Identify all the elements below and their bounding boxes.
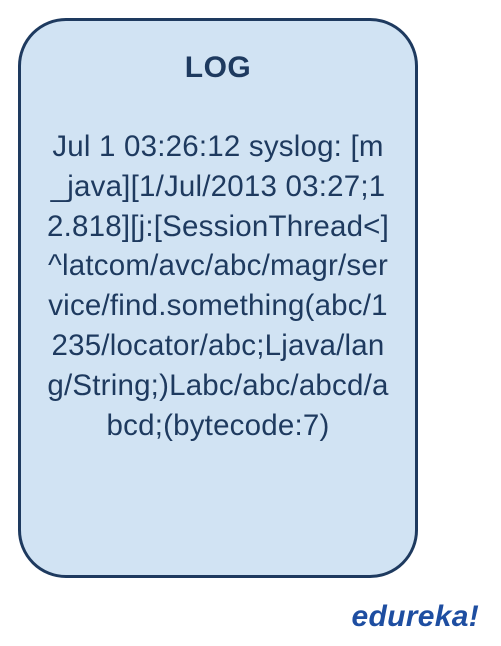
log-title: LOG — [47, 51, 389, 85]
log-panel: LOG Jul 1 03:26:12 syslog: [m_java][1/Ju… — [18, 18, 418, 578]
log-body: Jul 1 03:26:12 syslog: [m_java][1/Jul/20… — [47, 127, 389, 446]
brand-label: edureka! — [352, 600, 479, 634]
